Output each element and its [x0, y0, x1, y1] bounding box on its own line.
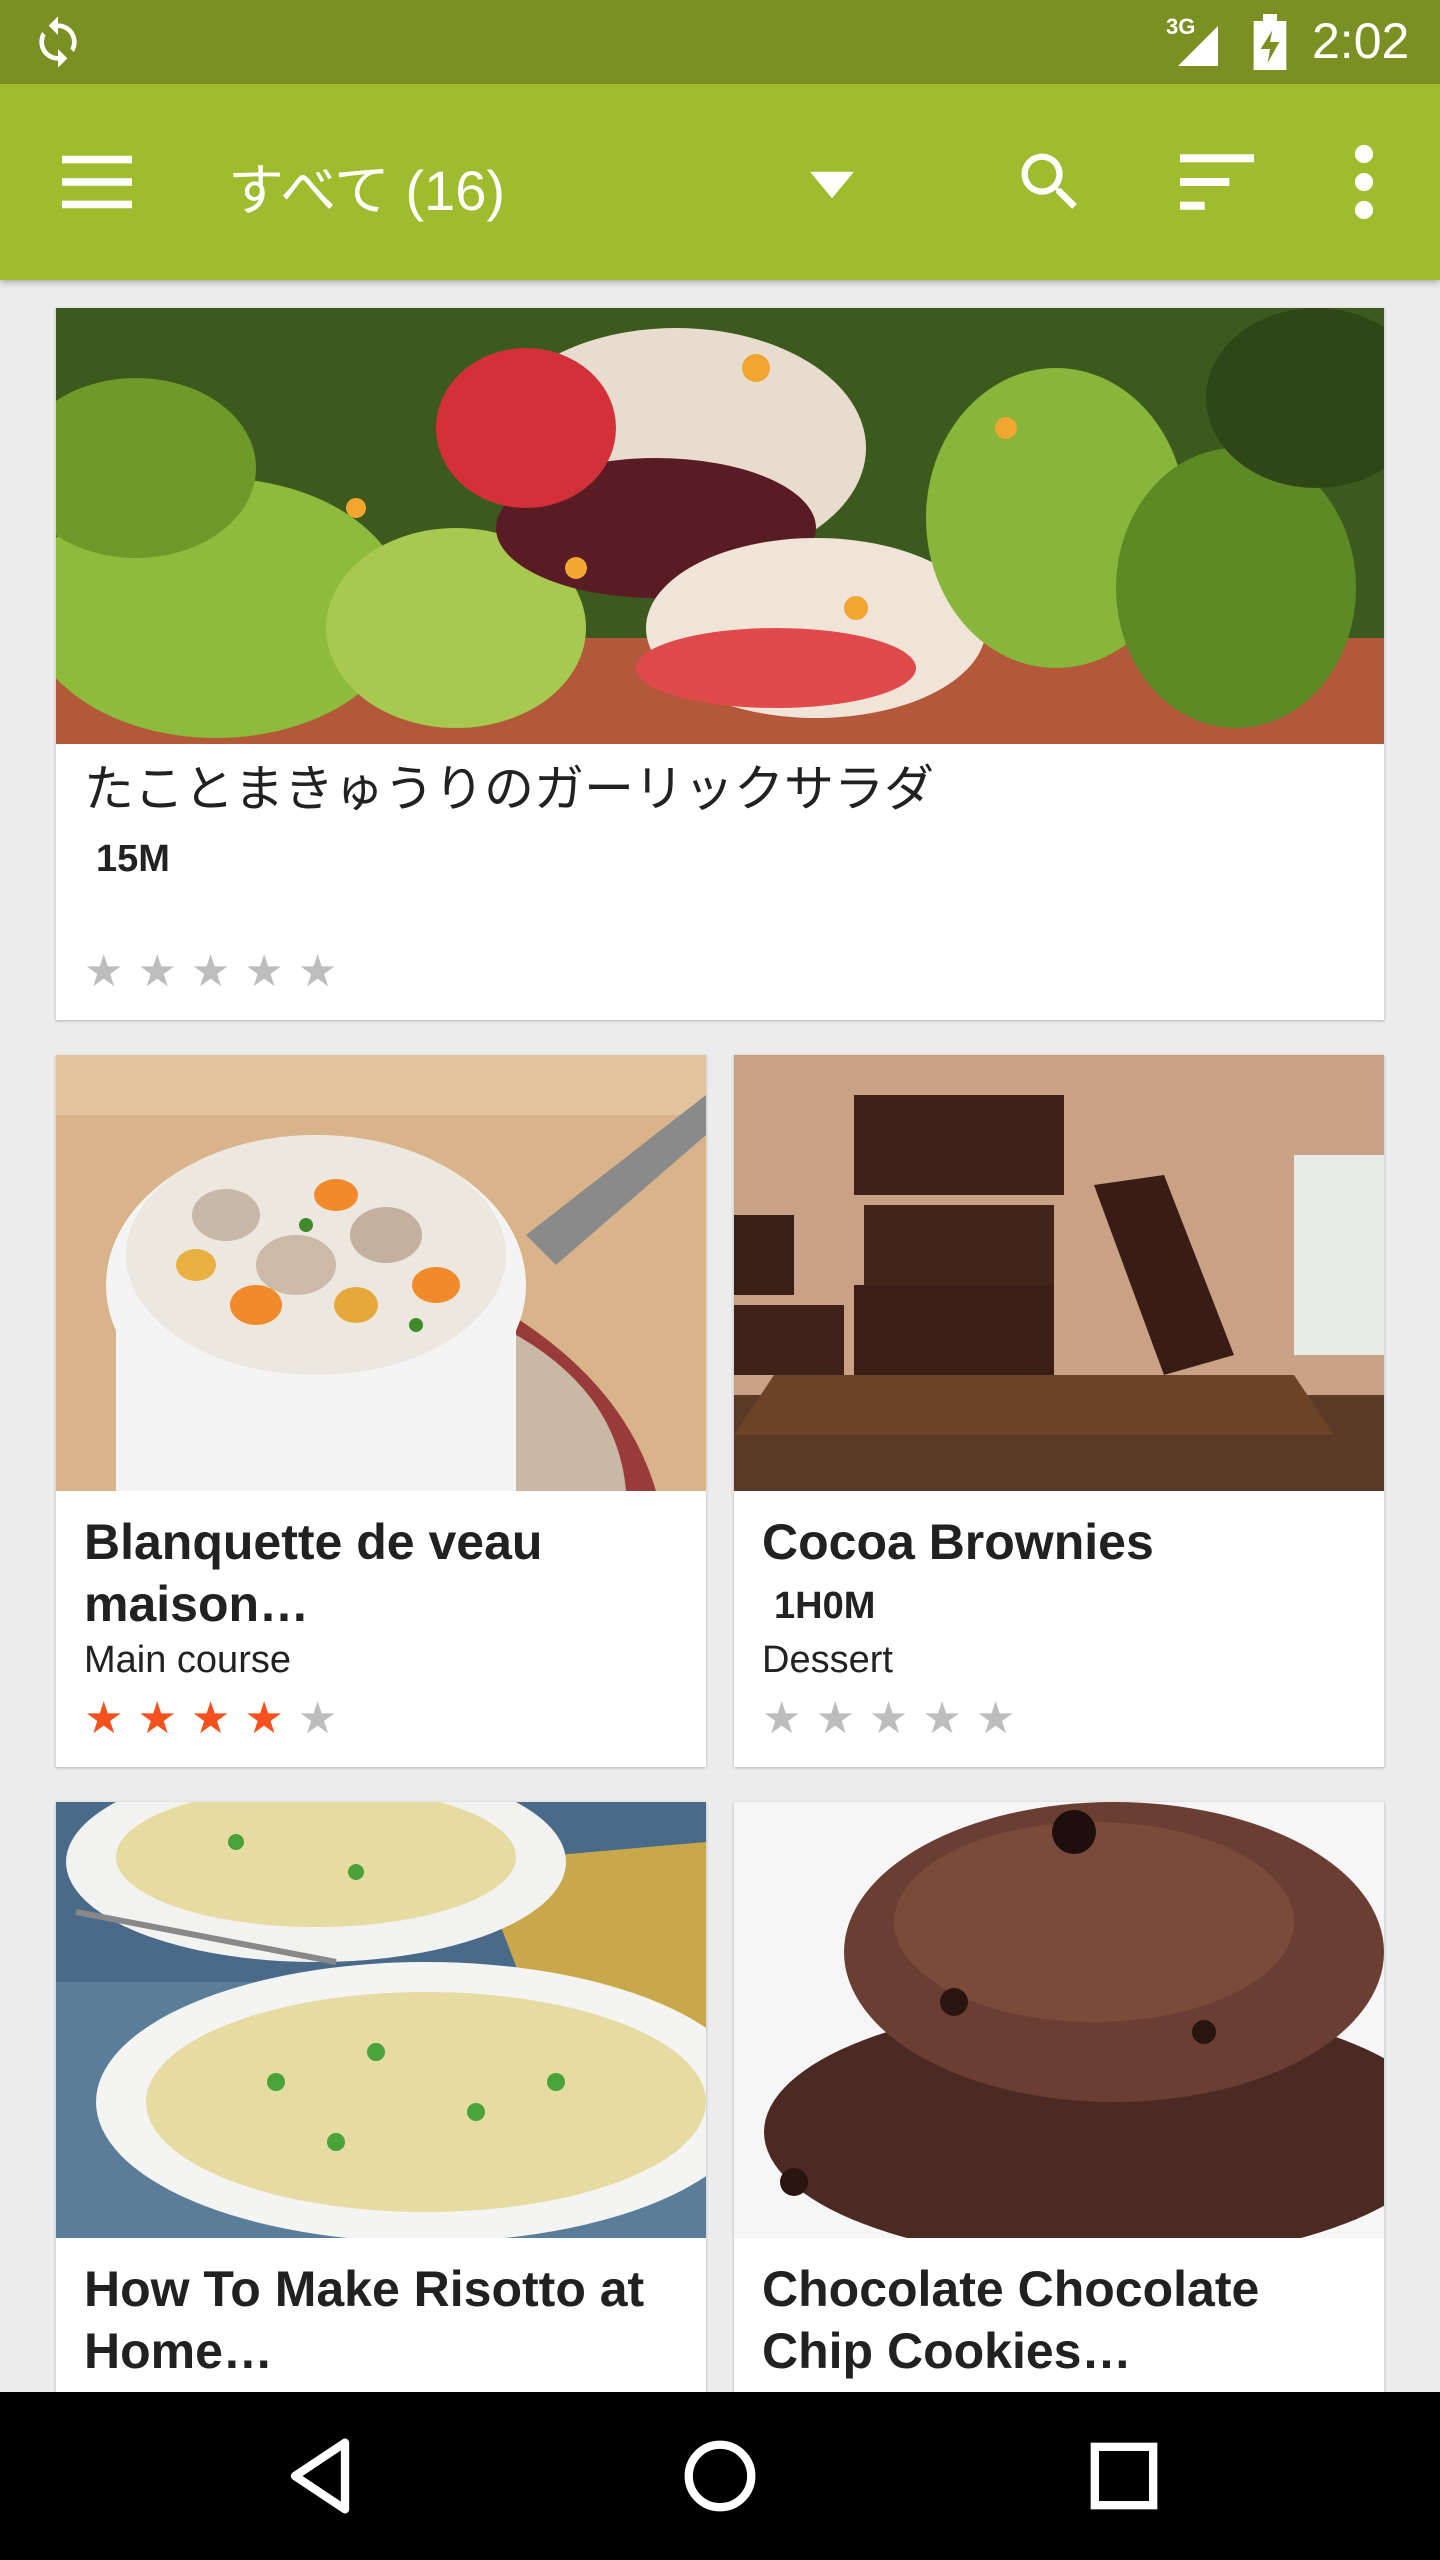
cell-signal-icon: 3G [1164, 14, 1224, 70]
recipe-image-blanquette [56, 1055, 706, 1491]
recipe-title: Cocoa Brownies [762, 1514, 1154, 1570]
star-rating[interactable]: ★ ★ ★ ★ ★ [762, 1695, 1015, 1743]
status-bar: 3G 2:02 [0, 0, 1440, 84]
search-icon[interactable] [1012, 144, 1088, 220]
recipe-title: Blanquette de veau maison… [84, 1514, 543, 1632]
recipe-card[interactable]: Blanquette de veau maison… Main course ★… [56, 1055, 706, 1767]
recipe-card[interactable]: Cocoa Brownies 1H0M Dessert ★ ★ ★ ★ ★ [734, 1055, 1384, 1767]
star-icon[interactable]: ★ [191, 948, 230, 996]
star-icon[interactable]: ★ [137, 948, 176, 996]
back-icon[interactable] [270, 2426, 370, 2526]
system-navigation-bar [0, 2392, 1440, 2560]
battery-icon [1253, 14, 1287, 70]
recipe-image-cookies [734, 1802, 1384, 2238]
star-rating[interactable]: ★ ★ ★ ★ ★ [84, 1695, 337, 1743]
more-vert-icon[interactable] [1336, 140, 1392, 224]
recipe-card[interactable]: Chocolate Chocolate Chip Cookies… [734, 1802, 1384, 2402]
app-bar: すべて (16) [0, 84, 1440, 280]
star-icon[interactable]: ★ [244, 1695, 283, 1743]
star-icon[interactable]: ★ [191, 1695, 230, 1743]
home-icon[interactable] [670, 2426, 770, 2526]
star-icon[interactable]: ★ [84, 1695, 123, 1743]
clock: 2:02 [1312, 13, 1410, 69]
star-icon[interactable]: ★ [976, 1695, 1015, 1743]
star-icon[interactable]: ★ [762, 1695, 801, 1743]
dropdown-arrow-icon[interactable] [810, 170, 854, 200]
recipe-image-risotto [56, 1802, 706, 2238]
star-icon[interactable]: ★ [869, 1695, 908, 1743]
category-filter-title[interactable]: すべて (16) [228, 146, 505, 227]
star-icon[interactable]: ★ [815, 1695, 854, 1743]
recipe-card[interactable]: たことまきゅうりのガーリックサラダ 15M ★ ★ ★ ★ ★ [56, 308, 1384, 1020]
star-rating[interactable]: ★ ★ ★ ★ ★ [84, 948, 337, 996]
star-icon[interactable]: ★ [298, 1695, 337, 1743]
recipe-image-brownies [734, 1055, 1384, 1491]
recents-icon[interactable] [1074, 2426, 1174, 2526]
star-icon[interactable]: ★ [84, 948, 123, 996]
sort-icon[interactable] [1180, 154, 1254, 210]
recipe-title: たことまきゅうりのガーリックサラダ [84, 761, 934, 817]
recipe-time: 1H0M [774, 1585, 876, 1627]
star-icon[interactable]: ★ [922, 1695, 961, 1743]
recipe-image-octopus-salad [56, 308, 1384, 744]
recipe-time: 15M [96, 838, 170, 880]
recipe-category: Dessert [762, 1639, 893, 1681]
recipe-card[interactable]: How To Make Risotto at Home… [56, 1802, 706, 2402]
sync-icon [39, 16, 77, 68]
star-icon[interactable]: ★ [137, 1695, 176, 1743]
menu-icon[interactable] [62, 154, 132, 210]
recipe-title: Chocolate Chocolate Chip Cookies… [762, 2261, 1260, 2379]
recipe-title: How To Make Risotto at Home… [84, 2261, 645, 2379]
recipe-category: Main course [84, 1639, 291, 1681]
star-icon[interactable]: ★ [244, 948, 283, 996]
star-icon[interactable]: ★ [298, 948, 337, 996]
